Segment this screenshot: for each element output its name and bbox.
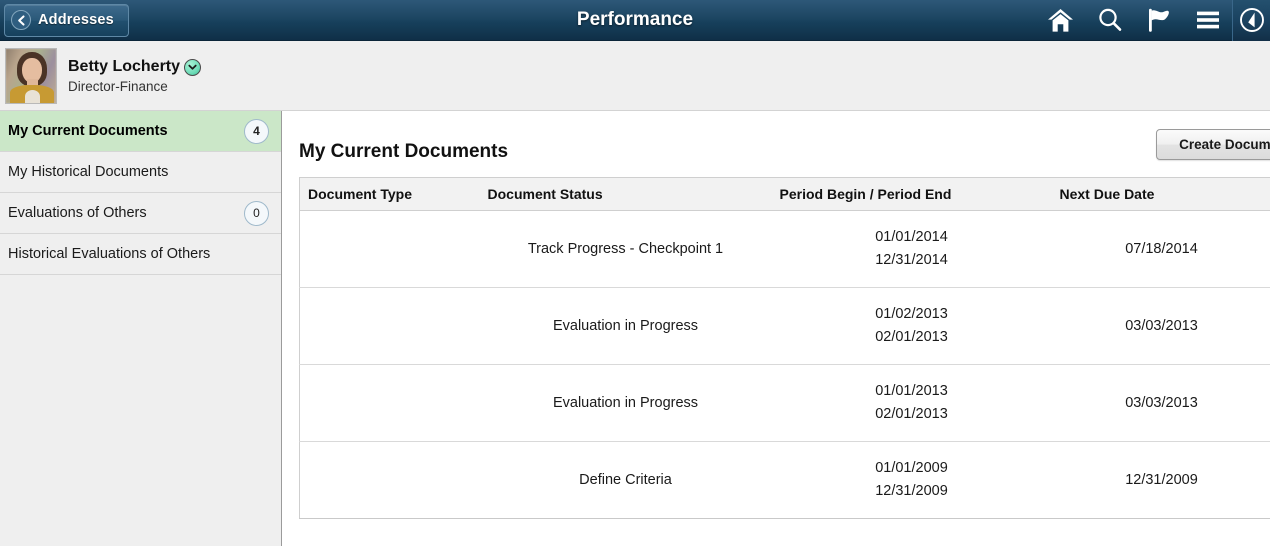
sidebar-item-evaluations-of-others[interactable]: Evaluations of Others 0 bbox=[0, 193, 281, 234]
table-row[interactable]: Track Progress - Checkpoint 1 01/01/2014… bbox=[299, 210, 1270, 288]
documents-table: Document Type Document Status Period Beg… bbox=[299, 177, 1270, 519]
title-bar-icon-group bbox=[1036, 0, 1270, 41]
period-begin: 01/01/2013 bbox=[875, 382, 948, 399]
content-heading: My Current Documents bbox=[299, 141, 509, 162]
sidebar-item-my-current-documents[interactable]: My Current Documents 4 bbox=[0, 111, 281, 152]
cell-document-type bbox=[299, 364, 480, 442]
cell-document-status: Evaluation in Progress bbox=[479, 364, 772, 442]
user-profile-strip: Betty Locherty Director-Finance bbox=[0, 41, 1270, 111]
compass-navigator-icon[interactable] bbox=[1232, 0, 1270, 41]
app-title-bar: Addresses Performance bbox=[0, 0, 1270, 41]
table-row[interactable]: Define Criteria 01/01/2009 12/31/2009 12… bbox=[299, 441, 1270, 519]
cell-next-due-date: 03/03/2013 bbox=[1051, 287, 1270, 365]
status-badge: 4 bbox=[244, 118, 269, 144]
table-header-row: Document Type Document Status Period Beg… bbox=[299, 177, 1270, 211]
cell-document-status: Define Criteria bbox=[479, 441, 772, 519]
avatar bbox=[5, 47, 57, 104]
user-job-title: Director-Finance bbox=[68, 79, 168, 94]
table-row[interactable]: Evaluation in Progress 01/02/2013 02/01/… bbox=[299, 287, 1270, 365]
content-header: My Current Documents Create Document bbox=[299, 129, 1270, 163]
back-button-label: Addresses bbox=[38, 12, 114, 28]
cell-document-status: Track Progress - Checkpoint 1 bbox=[479, 210, 772, 288]
main-content: My Current Documents Create Document Doc… bbox=[282, 111, 1270, 546]
profile-text-block: Betty Locherty Director-Finance bbox=[68, 57, 202, 94]
period-begin: 01/01/2014 bbox=[875, 228, 948, 245]
sidebar-item-label: My Historical Documents bbox=[8, 164, 169, 180]
cell-document-type bbox=[299, 287, 480, 365]
hamburger-menu-icon[interactable] bbox=[1183, 0, 1232, 41]
column-header-period: Period Begin / Period End bbox=[771, 177, 1052, 211]
page-body: My Current Documents 4 My Historical Doc… bbox=[0, 111, 1270, 546]
chevron-down-icon[interactable] bbox=[184, 59, 202, 76]
cell-document-status: Evaluation in Progress bbox=[479, 287, 772, 365]
column-header-document-type: Document Type bbox=[299, 177, 480, 211]
period-begin: 01/02/2013 bbox=[875, 305, 948, 322]
cell-next-due-date: 07/18/2014 bbox=[1051, 210, 1270, 288]
period-end: 02/01/2013 bbox=[875, 406, 948, 422]
sidebar-item-label: Evaluations of Others bbox=[8, 205, 147, 221]
cell-document-type bbox=[299, 441, 480, 519]
search-icon[interactable] bbox=[1085, 0, 1134, 41]
period-end: 02/01/2013 bbox=[875, 329, 948, 345]
home-icon[interactable] bbox=[1036, 0, 1085, 41]
column-header-document-status: Document Status bbox=[479, 177, 772, 211]
column-header-next-due-date: Next Due Date bbox=[1051, 177, 1270, 211]
cell-next-due-date: 12/31/2009 bbox=[1051, 441, 1270, 519]
user-name: Betty Locherty bbox=[68, 57, 181, 75]
cell-period: 01/02/2013 02/01/2013 bbox=[771, 287, 1052, 365]
sidebar-item-historical-evaluations-of-others[interactable]: Historical Evaluations of Others bbox=[0, 234, 281, 275]
cell-period: 01/01/2014 12/31/2014 bbox=[771, 210, 1052, 288]
create-document-button[interactable]: Create Document bbox=[1156, 129, 1270, 160]
sidebar-item-label: My Current Documents bbox=[8, 123, 168, 139]
cell-period: 01/01/2009 12/31/2009 bbox=[771, 441, 1052, 519]
period-end: 12/31/2014 bbox=[875, 252, 948, 268]
sidebar: My Current Documents 4 My Historical Doc… bbox=[0, 111, 282, 546]
table-row[interactable]: Evaluation in Progress 01/01/2013 02/01/… bbox=[299, 364, 1270, 442]
flag-icon[interactable] bbox=[1134, 0, 1183, 41]
cell-period: 01/01/2013 02/01/2013 bbox=[771, 364, 1052, 442]
chevron-left-icon bbox=[11, 10, 31, 30]
period-begin: 01/01/2009 bbox=[875, 459, 948, 476]
table-head: Document Type Document Status Period Beg… bbox=[299, 177, 1270, 211]
cell-document-type bbox=[299, 210, 480, 288]
sidebar-item-my-historical-documents[interactable]: My Historical Documents bbox=[0, 152, 281, 193]
sidebar-item-label: Historical Evaluations of Others bbox=[8, 246, 211, 262]
table-body: Track Progress - Checkpoint 1 01/01/2014… bbox=[299, 210, 1270, 519]
cell-next-due-date: 03/03/2013 bbox=[1051, 364, 1270, 442]
period-end: 12/31/2009 bbox=[875, 483, 948, 499]
status-badge: 0 bbox=[244, 200, 269, 226]
back-button[interactable]: Addresses bbox=[4, 3, 129, 37]
